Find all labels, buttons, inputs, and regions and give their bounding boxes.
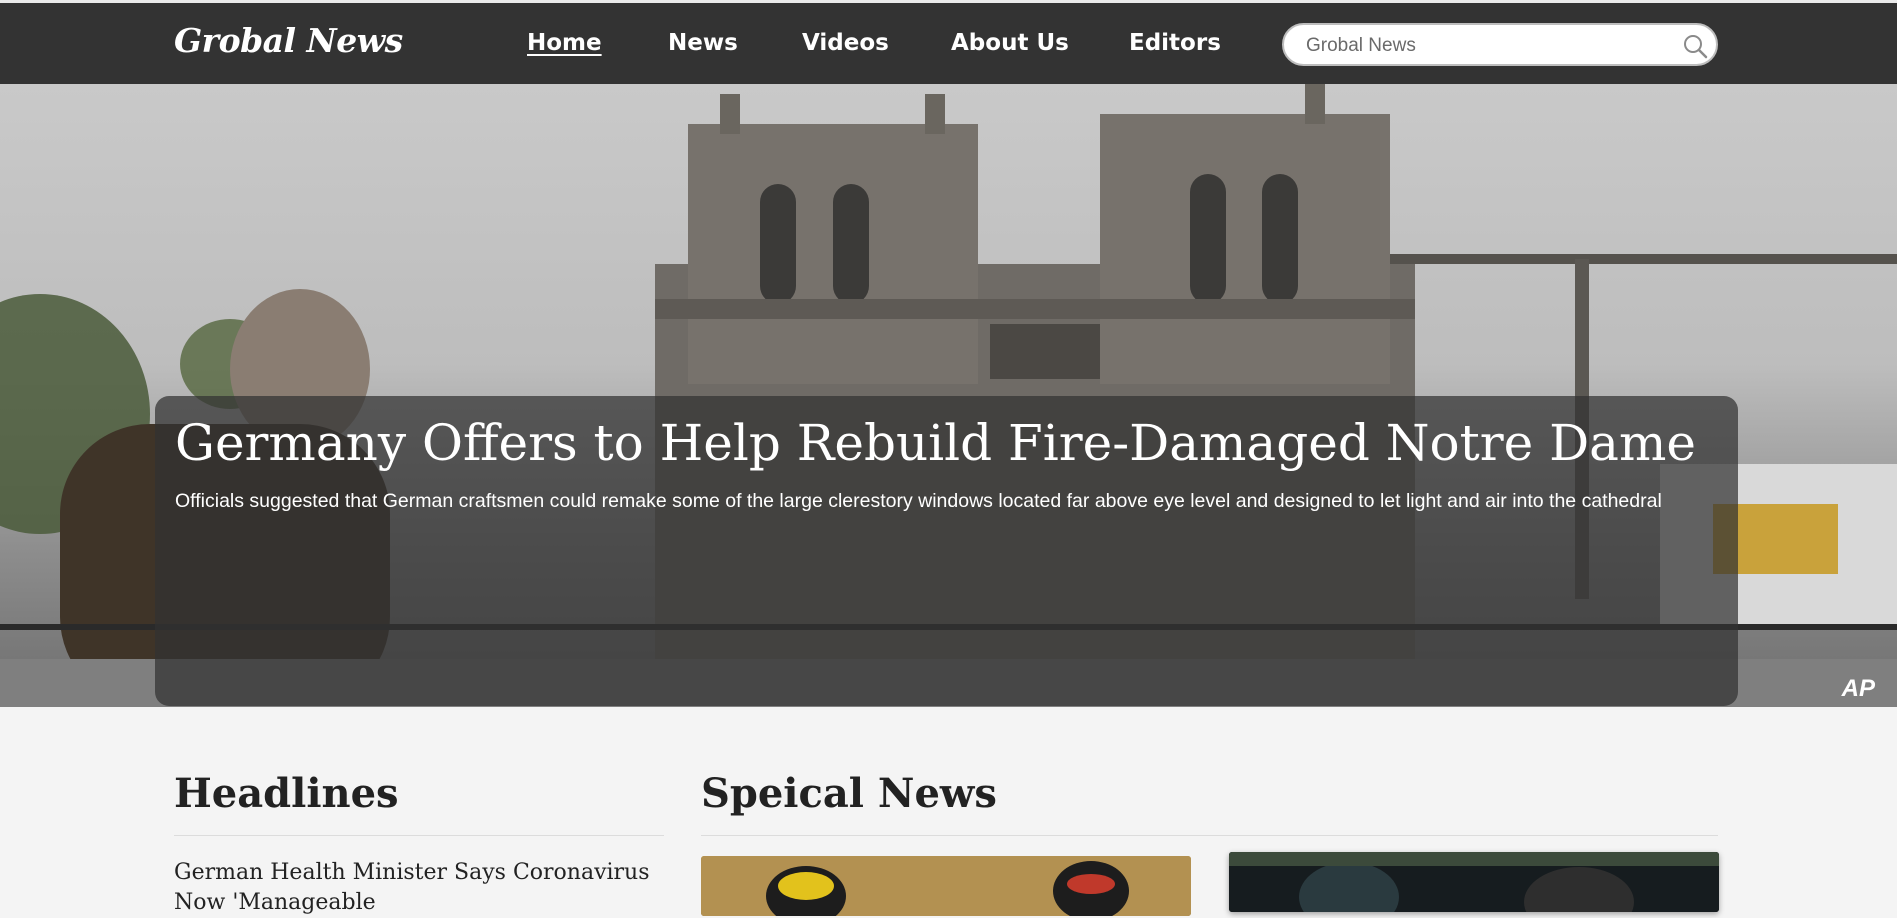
headlines-divider — [174, 835, 664, 836]
top-navigation-bar: Grobal News Home News Videos About Us Ed… — [0, 0, 1897, 84]
special-news-card-image — [701, 856, 1191, 916]
special-news-card[interactable] — [701, 856, 1191, 916]
nav-news[interactable]: News — [668, 30, 738, 56]
search-input[interactable] — [1304, 31, 1668, 61]
site-logo[interactable]: Grobal News — [174, 21, 403, 60]
photo-credit: AP — [1841, 675, 1875, 702]
nav-editors[interactable]: Editors — [1129, 30, 1221, 56]
headlines-heading: Headlines — [174, 770, 399, 817]
hero-caption-overlay: Germany Offers to Help Rebuild Fire-Dama… — [155, 396, 1738, 706]
special-news-divider — [701, 835, 1718, 836]
search-icon[interactable] — [1682, 33, 1708, 59]
search-box — [1282, 23, 1718, 66]
nav-videos[interactable]: Videos — [802, 30, 889, 56]
headline-item[interactable]: German Health Minister Says Coronavirus … — [174, 858, 664, 918]
nav-home[interactable]: Home — [527, 30, 602, 56]
hero-title[interactable]: Germany Offers to Help Rebuild Fire-Dama… — [175, 414, 1696, 472]
nav-about-us[interactable]: About Us — [951, 30, 1069, 56]
special-news-heading: Speical News — [701, 770, 997, 817]
hero-banner[interactable]: Germany Offers to Help Rebuild Fire-Dama… — [0, 84, 1897, 707]
special-news-card[interactable] — [1229, 852, 1719, 912]
hero-subtitle: Officials suggested that German craftsme… — [175, 490, 1662, 512]
special-news-card-image — [1229, 852, 1719, 912]
